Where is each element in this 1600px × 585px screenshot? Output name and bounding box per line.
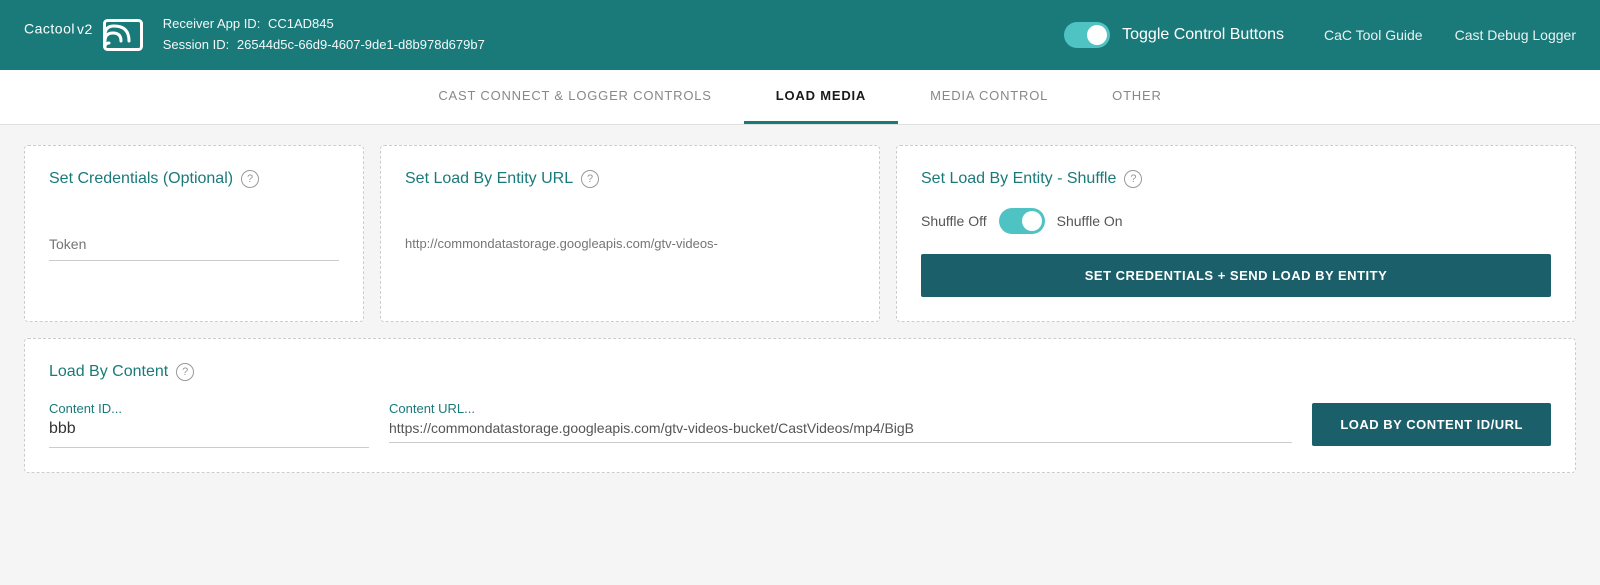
shuffle-off-label: Shuffle Off	[921, 213, 987, 229]
cast-icon	[103, 19, 143, 51]
entity-url-card: Set Load By Entity URL ?	[380, 145, 880, 322]
load-content-title-text: Load By Content	[49, 363, 168, 381]
content-url-value: https://commondatastorage.googleapis.com…	[389, 420, 1292, 443]
content-url-field: Content URL... https://commondatastorage…	[389, 401, 1292, 443]
entity-url-title-text: Set Load By Entity URL	[405, 170, 573, 188]
logo-main: Cactool	[24, 21, 75, 37]
toggle-section: Toggle Control Buttons	[1064, 22, 1284, 48]
toggle-label: Toggle Control Buttons	[1122, 26, 1284, 44]
entity-url-help-icon[interactable]: ?	[581, 170, 599, 188]
token-input[interactable]	[49, 228, 339, 261]
logo-text: Cactoolv2	[24, 19, 93, 51]
content-id-label: Content ID...	[49, 401, 369, 416]
shuffle-title-text: Set Load By Entity - Shuffle	[921, 170, 1116, 188]
shuffle-toggle-row: Shuffle Off Shuffle On	[921, 208, 1551, 234]
session-id-value: 26544d5c-66d9-4607-9de1-d8b978d679b7	[237, 37, 485, 52]
top-card-row: Set Credentials (Optional) ? Set Load By…	[24, 145, 1576, 322]
tab-cast-connect[interactable]: CAST CONNECT & LOGGER CONTROLS	[406, 70, 743, 124]
receiver-app-id-label: Receiver App ID:	[163, 16, 261, 31]
session-id-label: Session ID:	[163, 37, 229, 52]
header-info: Receiver App ID: CC1AD845 Session ID: 26…	[163, 14, 1064, 56]
credentials-card: Set Credentials (Optional) ?	[24, 145, 364, 322]
tabs-bar: CAST CONNECT & LOGGER CONTROLS LOAD MEDI…	[0, 70, 1600, 125]
tab-other[interactable]: OTHER	[1080, 70, 1194, 124]
content-id-field: Content ID... bbb	[49, 401, 369, 448]
toggle-control-buttons[interactable]	[1064, 22, 1110, 48]
credentials-title: Set Credentials (Optional) ?	[49, 170, 339, 188]
shuffle-toggle[interactable]	[999, 208, 1045, 234]
session-id-line: Session ID: 26544d5c-66d9-4607-9de1-d8b9…	[163, 35, 1064, 56]
set-credentials-send-load-button[interactable]: SET CREDENTIALS + SEND LOAD BY ENTITY	[921, 254, 1551, 297]
cast-debug-logger-link[interactable]: Cast Debug Logger	[1455, 27, 1576, 43]
receiver-app-id-value: CC1AD845	[268, 16, 334, 31]
tab-media-control[interactable]: MEDIA CONTROL	[898, 70, 1080, 124]
shuffle-card: Set Load By Entity - Shuffle ? Shuffle O…	[896, 145, 1576, 322]
load-content-help-icon[interactable]: ?	[176, 363, 194, 381]
content-url-label: Content URL...	[389, 401, 1292, 416]
logo-version: v2	[77, 21, 93, 37]
load-by-content-button[interactable]: LOAD BY CONTENT ID/URL	[1312, 403, 1551, 446]
shuffle-title: Set Load By Entity - Shuffle ?	[921, 170, 1551, 188]
app-header: Cactoolv2 Receiver App ID: CC1AD845 Sess…	[0, 0, 1600, 70]
load-content-card: Load By Content ? Content ID... bbb Cont…	[24, 338, 1576, 473]
credentials-help-icon[interactable]: ?	[241, 170, 259, 188]
entity-url-title: Set Load By Entity URL ?	[405, 170, 855, 188]
content-fields-row: Content ID... bbb Content URL... https:/…	[49, 401, 1551, 448]
cac-tool-guide-link[interactable]: CaC Tool Guide	[1324, 27, 1423, 43]
logo-section: Cactoolv2	[24, 19, 143, 51]
shuffle-help-icon[interactable]: ?	[1124, 170, 1142, 188]
receiver-app-id-line: Receiver App ID: CC1AD845	[163, 14, 1064, 35]
entity-url-input[interactable]	[405, 228, 855, 260]
content-id-value: bbb	[49, 420, 369, 448]
tab-load-media[interactable]: LOAD MEDIA	[744, 70, 898, 124]
credentials-title-text: Set Credentials (Optional)	[49, 170, 233, 188]
load-content-title: Load By Content ?	[49, 363, 1551, 381]
shuffle-on-label: Shuffle On	[1057, 213, 1123, 229]
header-nav: CaC Tool Guide Cast Debug Logger	[1324, 27, 1576, 43]
main-content: Set Credentials (Optional) ? Set Load By…	[0, 125, 1600, 493]
